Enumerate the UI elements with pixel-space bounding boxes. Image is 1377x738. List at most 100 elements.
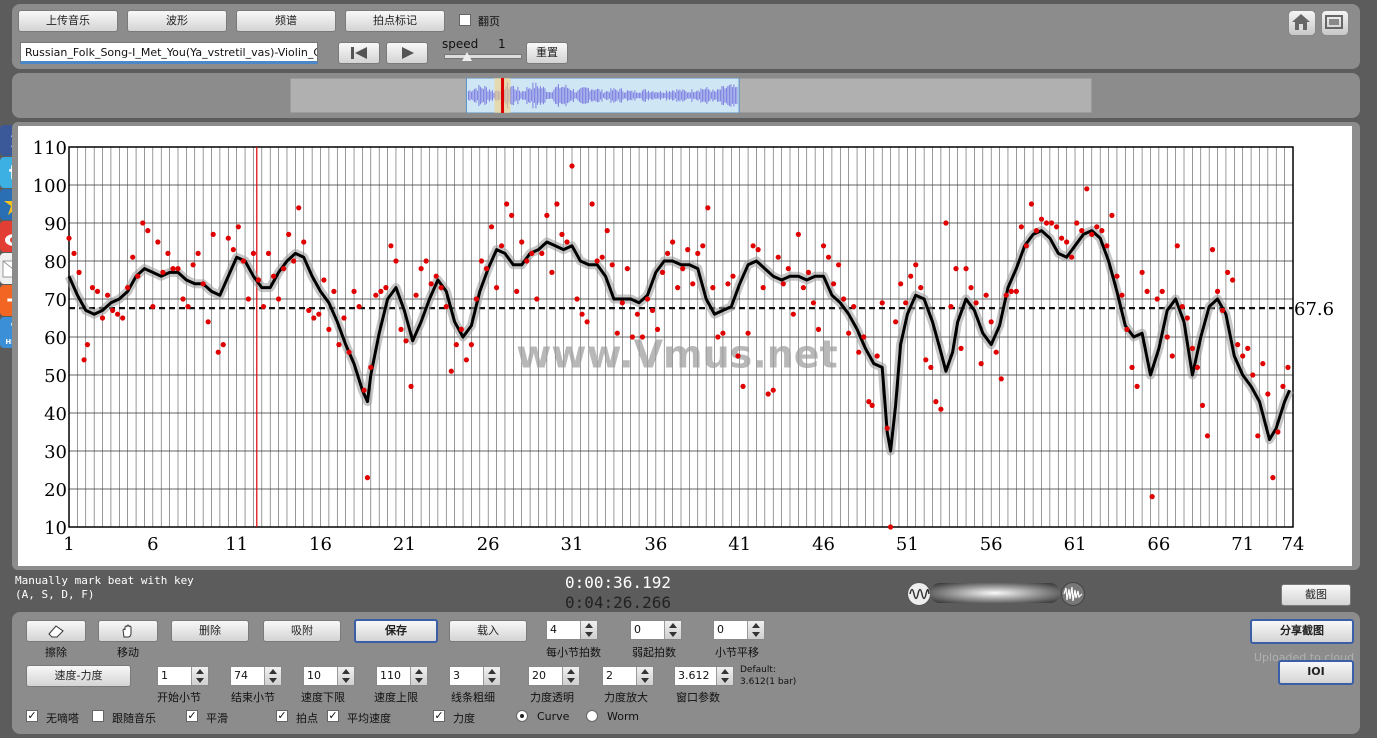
wave-dense-icon bbox=[1063, 586, 1083, 602]
share-screenshot-button[interactable]: 分享截图 bbox=[1250, 619, 1354, 644]
pickup-beats-stepper[interactable]: 0 bbox=[630, 620, 682, 640]
bar-shift-arrows[interactable] bbox=[747, 621, 764, 639]
speed-slider-thumb[interactable] bbox=[462, 52, 472, 61]
hand-icon bbox=[122, 624, 132, 638]
worm-radio[interactable] bbox=[586, 710, 598, 722]
start-bar-arrows[interactable] bbox=[191, 667, 208, 685]
tempo-max-value: 110 bbox=[380, 669, 401, 682]
snap-button[interactable]: 吸附 bbox=[263, 620, 341, 642]
pickup-beats-value: 0 bbox=[634, 623, 641, 636]
bar-shift-label: 小节平移 bbox=[715, 646, 759, 659]
beats-per-bar-value: 4 bbox=[550, 623, 557, 636]
option-checkbox-label-3: 拍点 bbox=[296, 712, 318, 725]
curve-radio-label: Curve bbox=[537, 710, 570, 723]
speed-label: speed bbox=[442, 37, 479, 51]
load-button[interactable]: 载入 bbox=[449, 620, 527, 642]
chart-canvas-bg bbox=[18, 126, 1352, 566]
option-checkbox-3[interactable]: ✓ bbox=[276, 710, 288, 722]
volume-gradient-slider[interactable] bbox=[930, 583, 1060, 603]
home-icon bbox=[1292, 14, 1310, 30]
tempo-max-stepper[interactable]: 110 bbox=[376, 666, 428, 686]
speed-slider-track[interactable] bbox=[444, 54, 522, 59]
skip-start-button[interactable] bbox=[338, 42, 380, 64]
chart-panel bbox=[12, 122, 1360, 570]
curve-radio[interactable] bbox=[516, 710, 528, 722]
dynamics-scale-value: 2 bbox=[606, 669, 613, 682]
tempo-min-arrows[interactable] bbox=[337, 667, 354, 685]
page-turn-checkbox[interactable] bbox=[459, 14, 471, 26]
end-bar-stepper[interactable]: 74 bbox=[230, 666, 282, 686]
upload-music-button[interactable]: 上传音乐 bbox=[18, 10, 118, 32]
line-width-arrows[interactable] bbox=[483, 667, 500, 685]
waveform-alt-icon[interactable] bbox=[1061, 582, 1085, 606]
beats-per-bar-arrows[interactable] bbox=[580, 621, 597, 639]
skip-start-icon bbox=[351, 47, 367, 59]
window-param-arrows[interactable] bbox=[716, 667, 733, 685]
start-bar-label: 开始小节 bbox=[157, 691, 201, 704]
current-time: 0:00:36.192 bbox=[565, 573, 671, 592]
pickup-beats-arrows[interactable] bbox=[664, 621, 681, 639]
move-button[interactable] bbox=[98, 620, 158, 642]
total-time: 0:04:26.266 bbox=[565, 593, 671, 612]
tempo-max-label: 速度上限 bbox=[374, 691, 418, 704]
waveform-button[interactable]: 波形 bbox=[127, 10, 227, 32]
option-checkbox-2[interactable]: ✓ bbox=[186, 710, 198, 722]
dynamics-transparency-arrows[interactable] bbox=[562, 667, 579, 685]
window-param-label: 窗口参数 bbox=[676, 691, 720, 704]
delete-button[interactable]: 删除 bbox=[171, 620, 249, 642]
option-checkbox-label-2: 平滑 bbox=[206, 712, 228, 725]
dynamics-scale-label: 力度放大 bbox=[604, 691, 648, 704]
save-button[interactable]: 保存 bbox=[354, 619, 438, 643]
worm-radio-label: Worm bbox=[607, 710, 640, 723]
play-button[interactable] bbox=[386, 42, 428, 64]
controls-panel: 擦除 移动 删除 吸附 保存 载入 4 每小节拍数 0 弱起拍数 0 小节平移 … bbox=[12, 612, 1360, 734]
tempo-min-label: 速度下限 bbox=[301, 691, 345, 704]
waveform-toggle-icon[interactable] bbox=[907, 582, 931, 606]
end-bar-label: 结束小节 bbox=[231, 691, 275, 704]
ioi-button[interactable]: IOI bbox=[1278, 660, 1354, 685]
move-label: 移动 bbox=[117, 646, 139, 659]
overview-waveform[interactable] bbox=[290, 78, 1092, 113]
beat-mark-button[interactable]: 拍点标记 bbox=[345, 10, 445, 32]
tempo-max-arrows[interactable] bbox=[410, 667, 427, 685]
tempo-dynamics-mode-button[interactable]: 速度-力度 bbox=[26, 665, 131, 687]
line-width-value: 3 bbox=[453, 669, 460, 682]
home-button[interactable] bbox=[1288, 10, 1316, 36]
tempo-min-stepper[interactable]: 10 bbox=[303, 666, 355, 686]
dynamics-transparency-stepper[interactable]: 20 bbox=[528, 666, 580, 686]
fullscreen-icon bbox=[1325, 15, 1343, 29]
top-toolbar-panel: 上传音乐 波形 频谱 拍点标记 翻页 Russian_Folk_Song-I_M… bbox=[12, 4, 1360, 69]
option-checkbox-0[interactable]: ✓ bbox=[26, 710, 38, 722]
reset-speed-button[interactable]: 重置 bbox=[526, 42, 568, 64]
bar-shift-value: 0 bbox=[717, 623, 724, 636]
option-checkbox-5[interactable]: ✓ bbox=[433, 710, 445, 722]
dynamics-scale-stepper[interactable]: 2 bbox=[602, 666, 654, 686]
eraser-icon bbox=[48, 625, 64, 638]
beats-per-bar-stepper[interactable]: 4 bbox=[546, 620, 598, 640]
spectrum-button[interactable]: 频谱 bbox=[236, 10, 336, 32]
line-width-stepper[interactable]: 3 bbox=[449, 666, 501, 686]
tempo-min-value: 10 bbox=[307, 669, 321, 682]
dynamics-scale-arrows[interactable] bbox=[636, 667, 653, 685]
option-checkbox-4[interactable]: ✓ bbox=[327, 710, 339, 722]
filename-text: Russian_Folk_Song-I_Met_You(Ya_vstretil_… bbox=[25, 46, 318, 59]
screenshot-button[interactable]: 截图 bbox=[1281, 584, 1351, 606]
bar-shift-stepper[interactable]: 0 bbox=[713, 620, 765, 640]
hint-line-1: Manually mark beat with key bbox=[15, 574, 194, 587]
window-param-stepper[interactable]: 3.612 bbox=[674, 666, 734, 686]
end-bar-value: 74 bbox=[234, 669, 248, 682]
pickup-beats-label: 弱起拍数 bbox=[632, 646, 676, 659]
default-param-line-2: 3.612(1 bar) bbox=[740, 677, 797, 687]
filename-field[interactable]: Russian_Folk_Song-I_Met_You(Ya_vstretil_… bbox=[20, 42, 318, 64]
overview-panel bbox=[12, 73, 1360, 118]
option-checkbox-1[interactable] bbox=[92, 710, 104, 722]
play-icon bbox=[402, 47, 414, 59]
end-bar-arrows[interactable] bbox=[264, 667, 281, 685]
erase-button[interactable] bbox=[26, 620, 86, 642]
hint-line-2: (A, S, D, F) bbox=[15, 588, 95, 601]
speed-value: 1 bbox=[498, 37, 506, 51]
start-bar-stepper[interactable]: 1 bbox=[157, 666, 209, 686]
erase-label: 擦除 bbox=[45, 646, 67, 659]
option-checkbox-label-1: 跟随音乐 bbox=[112, 712, 156, 725]
fullscreen-button[interactable] bbox=[1321, 10, 1349, 36]
